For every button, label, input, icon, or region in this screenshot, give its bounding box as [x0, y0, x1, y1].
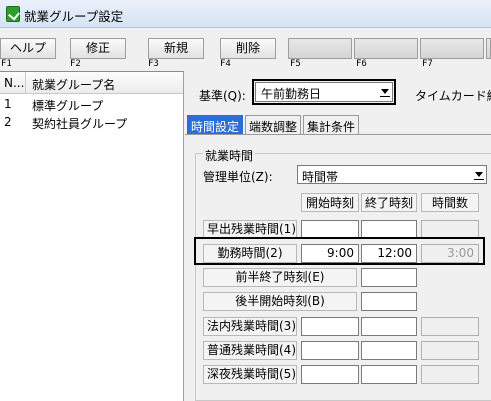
group-name: 契約社員グループ [32, 117, 128, 131]
edit-button[interactable]: 修正 [70, 38, 126, 59]
settings-pane: 基準(Q): 午前勤務日 タイムカード締 時間設定 端数調整 集計条件 就業時間… [185, 71, 491, 401]
first-half-end-input[interactable] [361, 268, 417, 287]
fkey-label: F1 [1, 59, 12, 69]
row-label-regular-overtime: 普通残業時間(4) [203, 341, 297, 360]
unit-value: 時間帯 [302, 170, 339, 184]
column-header-end: 終了時刻 [361, 193, 417, 212]
second-half-start-input[interactable] [361, 292, 417, 311]
column-header-no[interactable]: N... [0, 72, 26, 94]
timecard-label: タイムカード締 [415, 89, 491, 103]
help-button[interactable]: ヘルプ [0, 38, 56, 59]
tab-rounding[interactable]: 端数調整 [245, 115, 301, 134]
fkey-label: F3 [148, 59, 159, 69]
window-title: 就業グループ設定 [24, 9, 124, 24]
f5-button[interactable] [288, 38, 352, 59]
fkey-label: F4 [220, 59, 231, 69]
row-label-first-half-end: 前半終了時刻(E) [203, 268, 357, 287]
tab-aggregation[interactable]: 集計条件 [303, 115, 359, 134]
basis-label: 基準(Q): [199, 89, 246, 103]
regular-overtime-end-input[interactable] [361, 341, 417, 360]
row-label-statutory-overtime: 法内残業時間(3) [203, 317, 297, 336]
f7-button[interactable] [420, 38, 484, 59]
tab-bar: 時間設定 端数調整 集計条件 [185, 115, 491, 134]
unit-select[interactable]: 時間帯 [297, 165, 487, 184]
late-night-overtime-end-input[interactable] [361, 365, 417, 384]
title-bar: 就業グループ設定 [0, 0, 491, 28]
function-key-labels: F1 F2 F3 F4 F5 F6 F7 [0, 59, 491, 70]
unit-label: 管理単位(Z): [203, 170, 273, 184]
list-item[interactable]: 1 標準グループ [0, 96, 183, 113]
list-header: N... 就業グループ名 [0, 72, 183, 94]
regular-overtime-hours [421, 341, 479, 360]
work-time-group-title: 就業時間 [203, 147, 256, 164]
column-header-hours: 時間数 [421, 193, 479, 212]
basis-select[interactable]: 午前勤務日 [252, 79, 396, 105]
list-item[interactable]: 2 契約社員グループ [0, 114, 183, 131]
regular-overtime-start-input[interactable] [301, 341, 359, 360]
app-check-icon [6, 6, 20, 22]
dropdown-arrow-icon[interactable] [474, 172, 484, 180]
dropdown-arrow-icon[interactable] [380, 89, 390, 97]
group-list: N... 就業グループ名 1 標準グループ 2 契約社員グループ [0, 71, 184, 401]
toolbar: ヘルプ 修正 新規 削除 [0, 38, 491, 59]
tab-divider [185, 134, 491, 135]
f8-button[interactable] [486, 38, 491, 59]
column-header-group-name[interactable]: 就業グループ名 [26, 72, 115, 94]
fkey-label: F2 [70, 59, 81, 69]
row-number: 1 [4, 97, 12, 111]
column-header-start: 開始時刻 [301, 193, 359, 212]
row-label-late-night-overtime: 深夜残業時間(5) [203, 365, 297, 384]
late-night-overtime-hours [421, 365, 479, 384]
tab-time-settings[interactable]: 時間設定 [187, 115, 243, 134]
fkey-label: F7 [422, 59, 433, 69]
late-night-overtime-start-input[interactable] [301, 365, 359, 384]
statutory-overtime-start-input[interactable] [301, 317, 359, 336]
basis-value: 午前勤務日 [261, 87, 322, 101]
statutory-overtime-end-input[interactable] [361, 317, 417, 336]
fkey-label: F6 [356, 59, 367, 69]
delete-button[interactable]: 削除 [220, 38, 276, 59]
work-hours-highlight [194, 237, 485, 265]
f6-button[interactable] [354, 38, 418, 59]
statutory-overtime-hours [421, 317, 479, 336]
new-button[interactable]: 新規 [148, 38, 204, 59]
row-number: 2 [4, 115, 12, 129]
group-name: 標準グループ [32, 99, 104, 113]
row-label-second-half-start: 後半開始時刻(B) [203, 292, 357, 311]
fkey-label: F5 [290, 59, 301, 69]
